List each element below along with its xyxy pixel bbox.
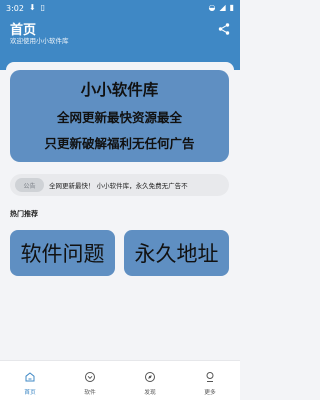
sim-card-icon: ▯ (40, 3, 46, 12)
download-icon: ⬇ (28, 3, 36, 12)
battery-icon: ▮ (229, 3, 234, 12)
hero-title: 小小软件库 (80, 81, 159, 99)
share-icon[interactable] (217, 22, 231, 36)
software-icon (85, 372, 95, 382)
signal-icon: ◢ (219, 3, 226, 12)
nav-item-discover[interactable]: 发现 (120, 361, 180, 400)
notice-text: 全网更新最快！ 小小软件库，永久免费无广告不 (49, 182, 188, 190)
status-bar: 3:02 ⬇ ▯ ◒ ◢ ▮ (0, 0, 240, 16)
section-title: 热门推荐 (10, 210, 38, 218)
hero-description: 只更新破解福利无任何广告 (44, 136, 195, 151)
nav-label-more: 更多 (204, 390, 216, 396)
nav-item-more[interactable]: 更多 (180, 361, 240, 400)
status-right: ◒ ◢ ▮ (208, 4, 234, 12)
notice-bar[interactable]: 公告 全网更新最快！ 小小软件库，永久免费无广告不 (10, 174, 229, 196)
status-time: 3:02 (6, 3, 24, 13)
nav-label-home: 首页 (24, 390, 36, 396)
content-card-top (6, 62, 234, 70)
page-subtitle: 欢迎使用小小软件库 (10, 37, 69, 45)
nav-item-software[interactable]: 软件 (60, 361, 120, 400)
nav-label-discover: 发现 (144, 390, 156, 396)
more-icon (206, 372, 214, 382)
nav-label-software: 软件 (84, 390, 96, 396)
home-icon (25, 372, 35, 382)
notice-badge: 公告 (15, 178, 44, 192)
bottom-nav: 首页 软件 发现 更多 (0, 360, 240, 400)
permanent-address-card[interactable]: 永久地址 (124, 230, 229, 276)
nav-item-home[interactable]: 首页 (0, 361, 60, 400)
hero-banner[interactable]: 小小软件库 全网更新最快资源最全 只更新破解福利无任何广告 (10, 70, 229, 162)
hero-subtitle: 全网更新最快资源最全 (56, 110, 182, 125)
wifi-icon: ◒ (208, 3, 216, 12)
status-left: 3:02 ⬇ ▯ (6, 4, 45, 13)
app-header: 首页 欢迎使用小小软件库 (0, 16, 240, 60)
compass-icon (145, 372, 155, 382)
software-issues-card[interactable]: 软件问题 (10, 230, 115, 276)
